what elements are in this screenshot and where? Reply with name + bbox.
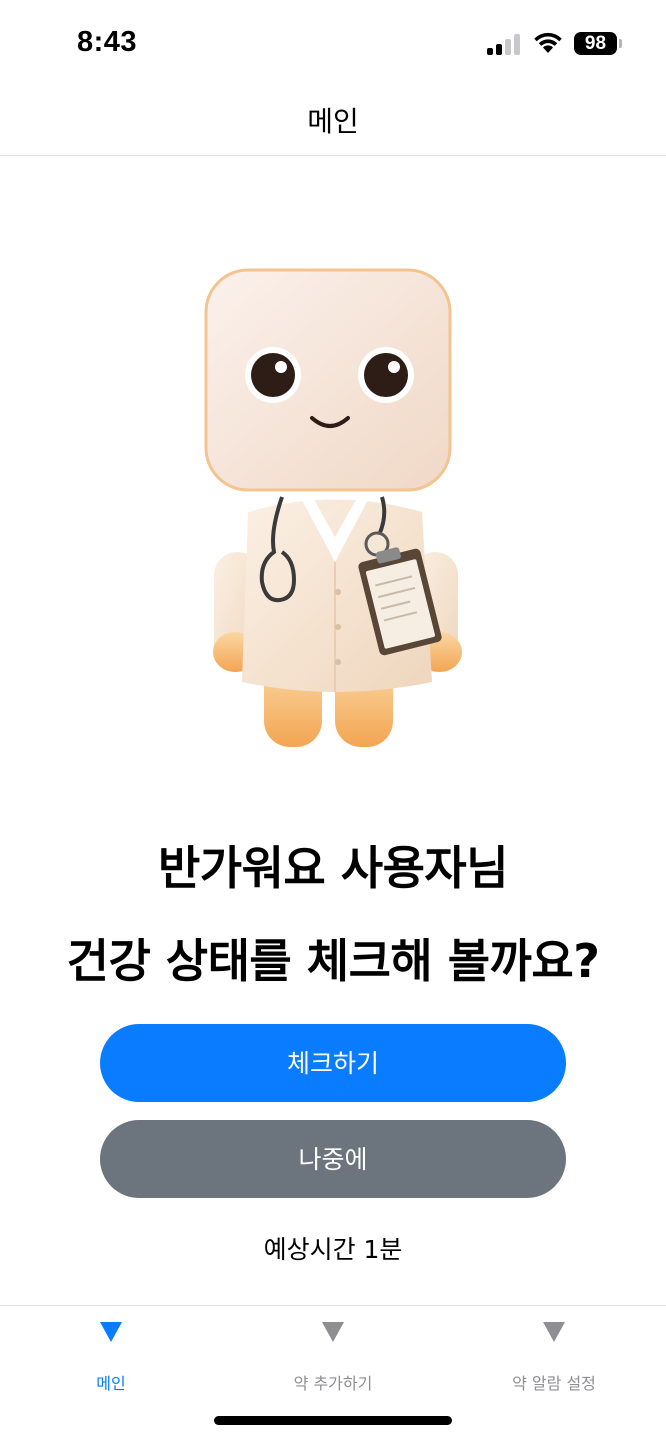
cellular-signal-icon [487, 33, 521, 55]
estimated-time-text: 예상시간 1분 [263, 1235, 403, 1264]
main-screen: 8:43 98 메인 반가워요 사용자님 건강 상태를 체크해 볼까요? 체크하… [0, 0, 666, 1440]
tab-label: 메인 [96, 1374, 126, 1393]
tab-main[interactable]: 메인 [21, 1322, 201, 1394]
check-button[interactable]: 체크하기 [100, 1024, 566, 1102]
page-title: 메인 [307, 105, 359, 138]
later-button[interactable]: 나중에 [100, 1120, 566, 1198]
status-bar: 8:43 98 [0, 0, 666, 84]
triangle-down-icon [100, 1322, 122, 1342]
tab-label: 약 추가하기 [293, 1374, 373, 1393]
tab-add-medicine[interactable]: 약 추가하기 [243, 1322, 423, 1394]
status-time: 8:43 [77, 26, 138, 58]
tabbar-divider [0, 1305, 666, 1306]
greeting-question: 건강 상태를 체크해 볼까요? [66, 934, 600, 988]
battery-indicator: 98 [574, 32, 617, 55]
greeting-heading: 반가워요 사용자님 [157, 841, 509, 895]
wifi-icon [534, 32, 562, 53]
doctor-mascot-icon [204, 268, 462, 747]
triangle-down-icon [543, 1322, 565, 1342]
tab-medicine-alarm[interactable]: 약 알람 설정 [464, 1322, 644, 1394]
nav-divider [0, 155, 666, 156]
tab-label: 약 알람 설정 [512, 1374, 596, 1393]
battery-nub [619, 39, 622, 48]
home-indicator[interactable] [214, 1416, 452, 1425]
triangle-down-icon [322, 1322, 344, 1342]
